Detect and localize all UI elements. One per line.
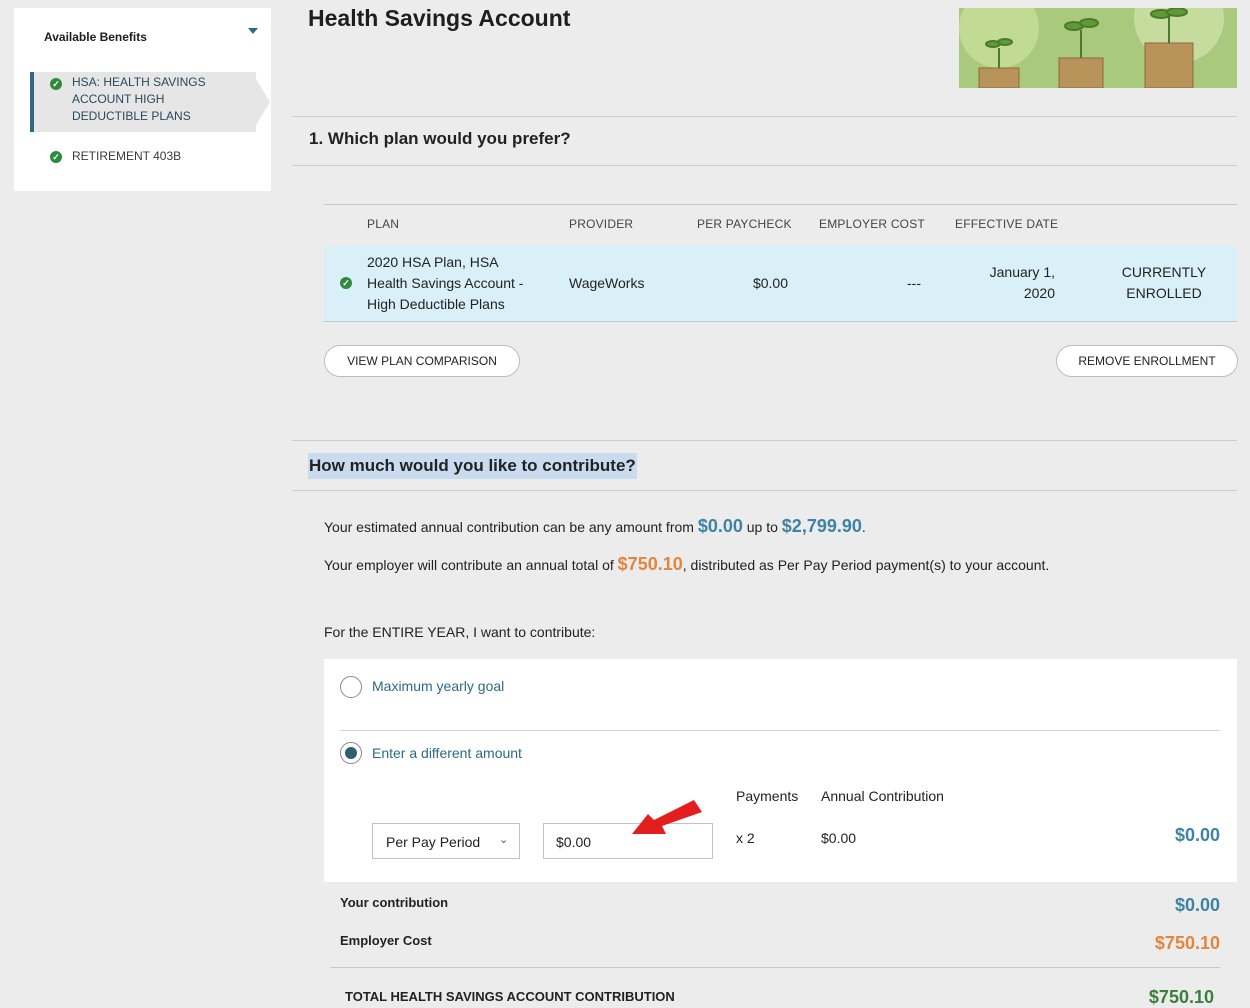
annual-contribution-value: $0.00: [821, 830, 857, 846]
plan-effective-date: January 1, 2020: [989, 264, 1055, 301]
column-header-per-paycheck: PER PAYCHECK: [697, 217, 792, 231]
divider: [340, 730, 1220, 731]
employer-cost-value: $750.10: [1154, 933, 1220, 953]
your-contribution-label: Your contribution: [340, 895, 449, 910]
annual-contribution-header: Annual Contribution: [821, 788, 944, 804]
min-amount: $0.00: [697, 516, 743, 536]
radio-selected-dot: [345, 747, 357, 759]
total-contribution-value: $750.10: [1148, 987, 1214, 1007]
check-icon: ✓: [50, 151, 62, 163]
contribution-total-right: $0.00: [1174, 825, 1220, 845]
max-goal-radio[interactable]: [340, 676, 362, 698]
employer-amount: $750.10: [617, 554, 683, 574]
table-top-border: [324, 204, 1237, 205]
max-goal-label[interactable]: Maximum yearly goal: [372, 678, 504, 694]
payments-count: x 2: [736, 830, 755, 846]
divider: [292, 490, 1237, 491]
divider: [330, 967, 1220, 968]
employer-cost-label: Employer Cost: [340, 933, 432, 948]
column-header-employer-cost: EMPLOYER COST: [819, 217, 925, 231]
enrollment-status: CURRENTLY ENROLLED: [1121, 264, 1207, 301]
employer-contribution-text: Your employer will contribute an annual …: [324, 554, 1050, 574]
period-select[interactable]: Per Pay Period ⌄: [372, 823, 520, 859]
contribution-question: How much would you like to contribute?: [308, 453, 637, 479]
remove-enrollment-button[interactable]: REMOVE ENROLLMENT: [1056, 345, 1238, 377]
plan-per-paycheck: $0.00: [752, 275, 788, 291]
plan-question: 1. Which plan would you prefer?: [309, 129, 571, 148]
sidebar-title: Available Benefits: [44, 30, 147, 44]
view-plan-comparison-button[interactable]: VIEW PLAN COMPARISON: [324, 345, 520, 377]
contribution-amount-value: $0.00: [556, 834, 592, 850]
payments-header: Payments: [736, 788, 799, 804]
chevron-down-icon[interactable]: [248, 28, 258, 34]
plan-employer-cost: ---: [907, 275, 921, 291]
divider: [292, 440, 1237, 441]
estimated-range-text: Your estimated annual contribution can b…: [324, 516, 866, 536]
column-header-provider: PROVIDER: [569, 217, 634, 231]
divider: [292, 165, 1237, 166]
page-title: Health Savings Account: [308, 5, 571, 31]
chevron-down-icon: ⌄: [499, 834, 509, 846]
divider: [292, 116, 1237, 117]
plan-provider: WageWorks: [569, 275, 645, 291]
different-amount-label[interactable]: Enter a different amount: [372, 745, 522, 761]
entire-year-label: For the ENTIRE YEAR, I want to contribut…: [324, 624, 596, 640]
active-item-pointer: [252, 72, 270, 132]
column-header-effective-date: EFFECTIVE DATE: [955, 217, 1059, 231]
your-contribution-value: $0.00: [1174, 895, 1220, 915]
red-arrow-annotation: [632, 800, 702, 834]
max-amount: $2,799.90: [781, 516, 862, 536]
column-header-plan: PLAN: [367, 217, 400, 231]
plan-name: 2020 HSA Plan, HSA Health Savings Accoun…: [367, 254, 524, 312]
total-contribution-label: TOTAL HEALTH SAVINGS ACCOUNT CONTRIBUTIO…: [345, 989, 675, 1004]
check-icon: ✓: [50, 78, 62, 90]
sidebar-item-retirement[interactable]: RETIREMENT 403B: [72, 148, 181, 165]
hero-image: [959, 8, 1237, 88]
benefits-sidebar: Available Benefits ✓ HSA: HEALTH SAVINGS…: [14, 8, 271, 191]
different-amount-radio[interactable]: [340, 742, 362, 764]
check-icon: ✓: [340, 277, 352, 289]
sidebar-item-hsa-label: HSA: HEALTH SAVINGS ACCOUNT HIGH DEDUCTI…: [72, 75, 206, 123]
period-select-value: Per Pay Period: [386, 834, 481, 850]
